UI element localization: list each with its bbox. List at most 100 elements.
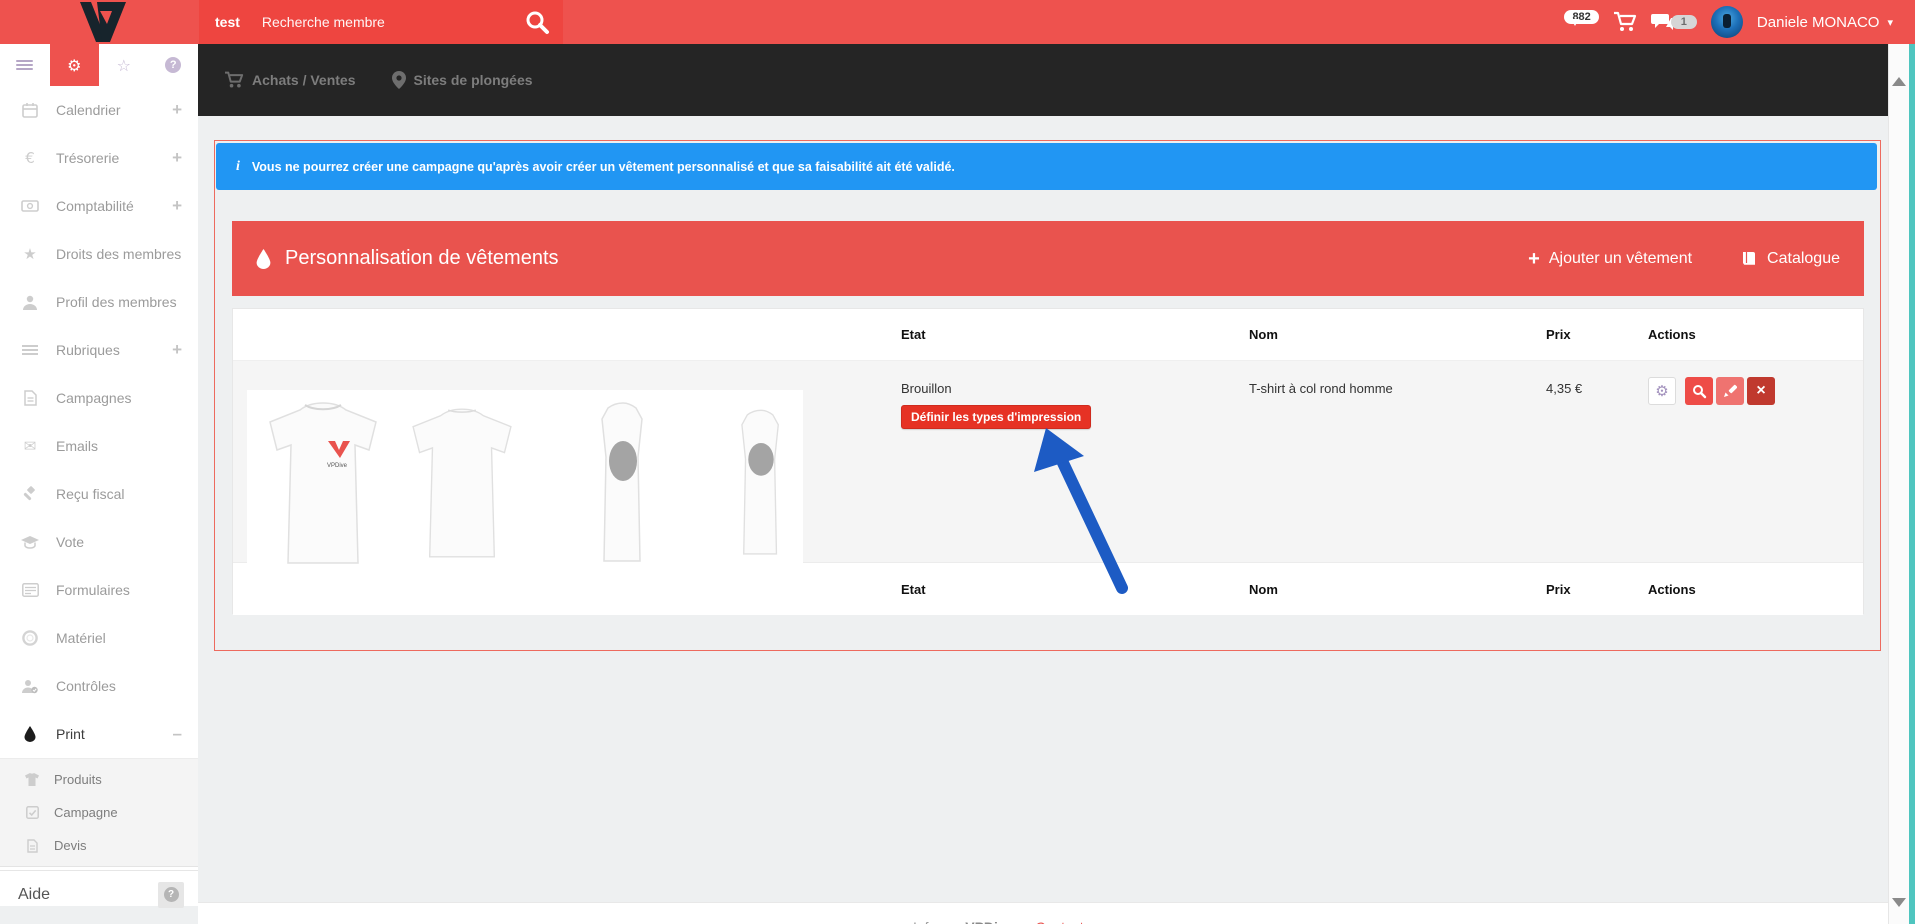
sidebar-item-formulaires[interactable]: Formulaires — [0, 566, 198, 614]
sidebar-item-print[interactable]: Print – — [0, 710, 198, 758]
add-garment-button[interactable]: + Ajouter un vêtement — [1528, 249, 1692, 269]
star-icon: ★ — [18, 245, 42, 263]
table-header-row: Etat Nom Prix Actions — [233, 309, 1863, 361]
chat-group[interactable]: 1 — [1651, 11, 1697, 33]
secondary-nav: Achats / Ventes Sites de plongées — [198, 44, 1888, 116]
tab-help[interactable]: ? — [149, 44, 199, 86]
actions-cell: ⚙ — [1648, 361, 1863, 562]
file-icon — [18, 390, 42, 406]
print-products-panel: i Vous ne pourrez créer une campagne qu'… — [214, 140, 1881, 651]
plus-icon[interactable]: + — [172, 148, 182, 168]
submenu-item-label: Campagne — [54, 805, 118, 820]
sidebar-item-profil-des-membres[interactable]: Profil des membres — [0, 278, 198, 326]
minus-icon[interactable]: – — [173, 724, 182, 744]
pencil-icon — [1723, 384, 1737, 398]
sidebar-item-tresorerie[interactable]: € Trésorerie + — [0, 134, 198, 182]
tab-settings[interactable]: ⚙ — [50, 44, 100, 86]
plus-icon[interactable]: + — [172, 340, 182, 360]
tshirt-icon — [22, 773, 42, 786]
sidebar-item-recu-fiscal[interactable]: Reçu fiscal — [0, 470, 198, 518]
define-print-types-button[interactable]: Définir les types d'impression — [901, 405, 1091, 429]
submenu-item-devis[interactable]: Devis — [0, 829, 198, 862]
question-icon: ? — [165, 57, 181, 73]
garment-preview-images: VPDive — [247, 390, 803, 574]
plus-icon[interactable]: + — [172, 100, 182, 120]
lifering-icon — [18, 630, 42, 646]
scroll-down-arrow-icon[interactable] — [1892, 898, 1906, 914]
sidebar-item-materiel[interactable]: Matériel — [0, 614, 198, 662]
nav-item-achats-ventes[interactable]: Achats / Ventes — [224, 71, 356, 89]
tab-menu[interactable] — [0, 44, 50, 86]
sidebar-item-emails[interactable]: ✉ Emails — [0, 422, 198, 470]
garments-table-card: Etat Nom Prix Actions VPDive — [232, 308, 1864, 614]
v7-logo-icon — [60, 0, 138, 44]
book-icon — [1740, 250, 1758, 268]
row-delete-button[interactable]: × — [1747, 377, 1775, 405]
sidebar-item-calendrier[interactable]: Calendrier + — [0, 86, 198, 134]
notifications-count: 882 — [1572, 11, 1590, 23]
sidebar-item-vote[interactable]: Vote — [0, 518, 198, 566]
row-settings-button[interactable]: ⚙ — [1648, 377, 1676, 405]
list-icon — [18, 344, 42, 356]
plus-icon: + — [1528, 249, 1540, 269]
hamburger-icon — [16, 58, 33, 72]
tab-favorites[interactable]: ☆ — [99, 44, 149, 86]
user-icon — [18, 295, 42, 310]
nav-item-sites-de-plongees[interactable]: Sites de plongées — [392, 71, 533, 89]
cart-icon[interactable] — [1613, 11, 1637, 33]
member-search-block: test — [199, 0, 563, 44]
page-scrollbar[interactable] — [1888, 44, 1909, 924]
sidebar-item-label: Contrôles — [56, 678, 116, 694]
sidebar-item-rubriques[interactable]: Rubriques + — [0, 326, 198, 374]
sidebar-item-label: Campagnes — [56, 390, 132, 406]
nav-item-label: Sites de plongées — [414, 72, 533, 88]
user-menu[interactable]: Daniele MONACO — [1757, 14, 1880, 31]
sidebar-item-label: Formulaires — [56, 582, 130, 598]
etat-cell: Brouillon Définir les types d'impression — [901, 361, 1249, 562]
print-submenu: Produits Campagne Devis — [0, 758, 198, 867]
file-alt-icon — [22, 839, 42, 853]
sidebar-item-label: Vote — [56, 534, 84, 550]
sidebar-item-label: Comptabilité — [56, 198, 134, 214]
submenu-item-produits[interactable]: Produits — [0, 763, 198, 796]
brand-logo[interactable] — [60, 0, 138, 44]
footer-bar: Infos VPDive Contact — [198, 902, 1888, 924]
notifications-bubble[interactable]: 882 — [1564, 10, 1598, 24]
sidebar-item-label: Matériel — [56, 630, 106, 646]
footer-contact-link[interactable]: Contact — [1035, 919, 1083, 924]
nav-item-label: Achats / Ventes — [252, 72, 356, 88]
cart-icon — [224, 71, 244, 89]
info-banner-text: Vous ne pourrez créer une campagne qu'ap… — [252, 160, 955, 174]
droplet-icon — [256, 249, 271, 269]
top-header: test 882 1 Daniele MONACO ▾ — [0, 0, 1915, 44]
sidebar-item-droits-des-membres[interactable]: ★ Droits des membres — [0, 230, 198, 278]
sidebar-item-label: Rubriques — [56, 342, 120, 358]
sidebar-item-comptabilite[interactable]: Comptabilité + — [0, 182, 198, 230]
plus-icon[interactable]: + — [172, 196, 182, 216]
avatar[interactable] — [1711, 6, 1743, 38]
catalogue-button[interactable]: Catalogue — [1740, 250, 1840, 268]
sidebar-item-campagnes[interactable]: Campagnes — [0, 374, 198, 422]
row-edit-button[interactable] — [1716, 377, 1744, 405]
search-button[interactable] — [511, 0, 563, 44]
col-header-actions: Actions — [1648, 327, 1863, 342]
gear-icon: ⚙ — [67, 56, 81, 75]
row-view-button[interactable] — [1685, 377, 1713, 405]
info-icon: i — [236, 159, 240, 175]
main-content: i Vous ne pourrez créer une campagne qu'… — [198, 116, 1888, 924]
col-footer-actions: Actions — [1648, 582, 1863, 597]
scroll-up-arrow-icon[interactable] — [1892, 70, 1906, 86]
caret-down-icon[interactable]: ▾ — [1887, 16, 1893, 29]
search-input[interactable] — [262, 14, 511, 30]
aide-help-button[interactable]: ? — [158, 882, 184, 908]
submenu-item-campagne[interactable]: Campagne — [0, 796, 198, 829]
svg-text:VPDive: VPDive — [327, 463, 348, 469]
panel-title: Personnalisation de vêtements — [285, 247, 559, 270]
sidebar-item-controles[interactable]: Contrôles — [0, 662, 198, 710]
sidebar: Calendrier + € Trésorerie + Comptabilité… — [0, 86, 198, 906]
footer-brand: VPDive — [965, 919, 1013, 924]
tshirt-side-image — [590, 395, 656, 571]
sidebar-item-label: Print — [56, 726, 85, 742]
graduation-cap-icon — [18, 536, 42, 549]
chat-count-badge: 1 — [1671, 15, 1697, 29]
